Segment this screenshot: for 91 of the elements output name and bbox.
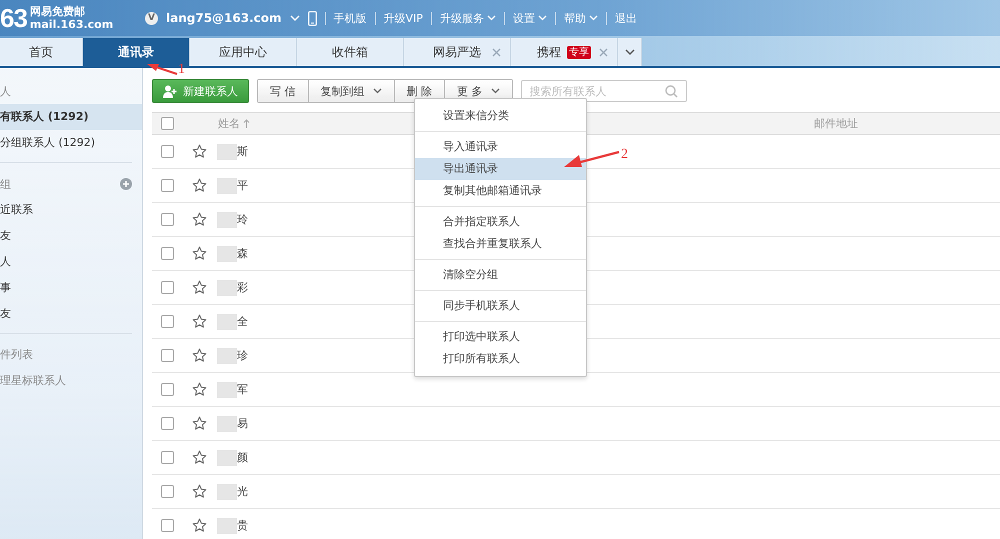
blurred-name bbox=[217, 212, 237, 228]
tab[interactable]: 携程 专享 bbox=[511, 38, 618, 66]
phone-icon[interactable] bbox=[308, 10, 317, 26]
star-icon[interactable] bbox=[192, 348, 207, 363]
menu-item[interactable]: 设置来信分类 bbox=[415, 105, 586, 127]
sidebar-item[interactable]: 友 bbox=[0, 301, 142, 327]
avatar-badge[interactable]: V bbox=[145, 12, 158, 24]
blurred-name bbox=[217, 450, 237, 466]
contact-name: 易 bbox=[237, 416, 248, 431]
contact-name: 玲 bbox=[237, 212, 248, 227]
tab[interactable]: 首页 bbox=[0, 38, 83, 66]
contact-name: 军 bbox=[237, 382, 248, 397]
contact-name: 贵 bbox=[237, 518, 248, 533]
contact-name: 斯 bbox=[237, 144, 248, 159]
sidebar-item[interactable]: 有联系人 (1292) bbox=[0, 104, 142, 130]
contact-name: 颜 bbox=[237, 450, 248, 465]
star-icon[interactable] bbox=[192, 280, 207, 295]
add-contact-icon bbox=[163, 84, 177, 98]
caret-icon[interactable] bbox=[372, 88, 382, 94]
star-icon[interactable] bbox=[192, 416, 207, 431]
blurred-name bbox=[217, 314, 237, 330]
contact-name: 彩 bbox=[237, 280, 248, 295]
menu-item[interactable]: 查找合并重复联系人 bbox=[415, 233, 586, 255]
star-icon[interactable] bbox=[192, 382, 207, 397]
star-icon[interactable] bbox=[192, 246, 207, 261]
row-checkbox[interactable] bbox=[161, 451, 174, 464]
blurred-name bbox=[217, 348, 237, 364]
caret-icon[interactable] bbox=[490, 88, 500, 94]
menu-item[interactable]: 同步手机联系人 bbox=[415, 295, 586, 317]
contact-name: 全 bbox=[237, 314, 248, 329]
row-checkbox[interactable] bbox=[161, 315, 174, 328]
caret-icon[interactable] bbox=[624, 49, 634, 55]
menu-item[interactable]: 复制其他邮箱通讯录 bbox=[415, 180, 586, 202]
row-checkbox[interactable] bbox=[161, 519, 174, 532]
row-checkbox[interactable] bbox=[161, 247, 174, 260]
row-checkbox[interactable] bbox=[161, 145, 174, 158]
star-icon[interactable] bbox=[192, 212, 207, 227]
menu-item[interactable]: 打印所有联系人 bbox=[415, 348, 586, 370]
select-all-checkbox[interactable] bbox=[161, 117, 174, 130]
toolbar-button[interactable]: 复制到组 bbox=[308, 80, 394, 102]
menu-item[interactable]: 导出通讯录 bbox=[415, 158, 586, 180]
sidebar-item[interactable]: 人 bbox=[0, 249, 142, 275]
section-header: 人 bbox=[0, 84, 11, 98]
logo-number: 63 bbox=[0, 3, 27, 33]
search-icon[interactable] bbox=[664, 85, 678, 98]
contact-name: 珍 bbox=[237, 348, 248, 363]
menu-item[interactable]: 打印选中联系人 bbox=[415, 326, 586, 348]
blurred-name bbox=[217, 280, 237, 296]
search-field[interactable]: 搜索所有联系人 bbox=[520, 80, 686, 102]
logo-domain: mail.163.com bbox=[30, 18, 114, 31]
contact-name: 光 bbox=[237, 484, 248, 499]
blurred-name bbox=[217, 484, 237, 500]
row-checkbox[interactable] bbox=[161, 213, 174, 226]
tab[interactable]: 网易严选 bbox=[404, 38, 511, 66]
badge: 专享 bbox=[567, 46, 591, 58]
sort-arrow-icon[interactable] bbox=[243, 119, 250, 128]
row-checkbox[interactable] bbox=[161, 485, 174, 498]
row-checkbox[interactable] bbox=[161, 349, 174, 362]
toolbar-button[interactable]: 写 信 bbox=[258, 80, 308, 102]
sidebar-item[interactable]: 分组联系人 (1292) bbox=[0, 130, 142, 156]
add-icon[interactable] bbox=[120, 178, 132, 190]
row-checkbox[interactable] bbox=[161, 383, 174, 396]
section-header: 组 bbox=[0, 176, 11, 192]
sidebar-item[interactable]: 事 bbox=[0, 275, 142, 301]
star-icon[interactable] bbox=[192, 518, 207, 533]
menu-item[interactable]: 清除空分组 bbox=[415, 264, 586, 286]
tab[interactable]: 应用中心 bbox=[190, 38, 297, 66]
tab[interactable]: 收件箱 bbox=[297, 38, 404, 66]
row-checkbox[interactable] bbox=[161, 281, 174, 294]
star-icon[interactable] bbox=[192, 450, 207, 465]
star-icon[interactable] bbox=[192, 178, 207, 193]
blurred-name bbox=[217, 178, 237, 194]
menu-item[interactable]: 合并指定联系人 bbox=[415, 211, 586, 233]
close-icon[interactable] bbox=[599, 48, 608, 56]
star-icon[interactable] bbox=[192, 484, 207, 499]
star-icon[interactable] bbox=[192, 314, 207, 329]
blurred-name bbox=[217, 382, 237, 398]
row-checkbox[interactable] bbox=[161, 417, 174, 430]
contact-name: 平 bbox=[237, 178, 248, 193]
star-icon[interactable] bbox=[192, 144, 207, 159]
sidebar-item[interactable]: 友 bbox=[0, 223, 142, 249]
close-icon[interactable] bbox=[492, 48, 501, 56]
contact-name: 森 bbox=[237, 246, 248, 261]
logo-title: 网易免费邮 bbox=[30, 5, 86, 18]
blurred-name bbox=[217, 416, 237, 432]
blurred-name bbox=[217, 518, 237, 534]
sidebar-item[interactable]: 近联系 bbox=[0, 197, 142, 223]
blurred-name bbox=[217, 246, 237, 262]
row-checkbox[interactable] bbox=[161, 179, 174, 192]
menu-item[interactable]: 导入通讯录 bbox=[415, 136, 586, 158]
blurred-name bbox=[217, 144, 237, 160]
